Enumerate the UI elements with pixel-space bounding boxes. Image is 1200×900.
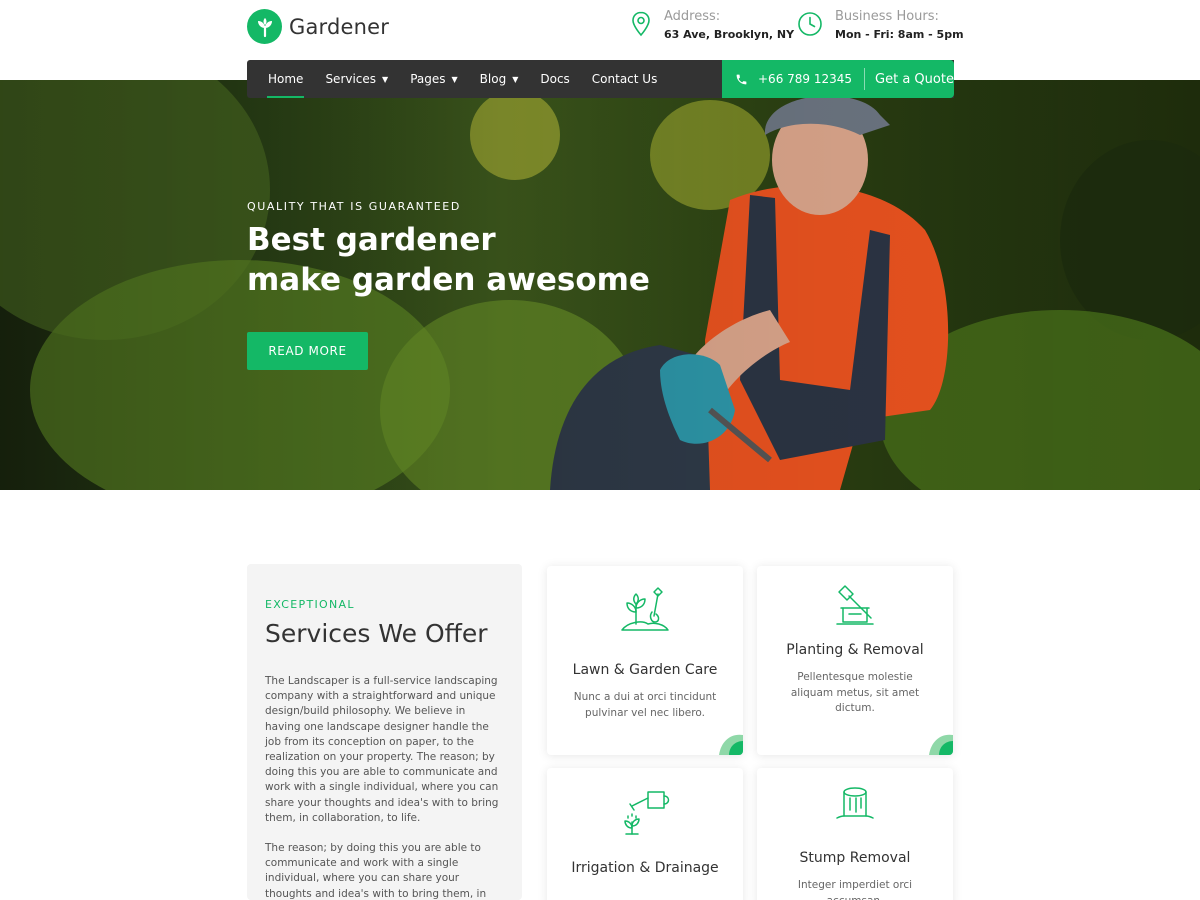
nav-item-label: Contact Us [591, 72, 658, 86]
chevron-down-icon: ▼ [382, 74, 389, 84]
nav-cta: +66 789 12345 Get a Quote [722, 60, 954, 98]
nav-item-contact[interactable]: Contact Us [581, 60, 669, 98]
service-card-lawn[interactable]: Lawn & Garden Care Nunc a dui at orci ti… [547, 566, 743, 755]
leaf-decor-icon [929, 734, 953, 755]
card-title: Planting & Removal [786, 642, 924, 658]
leaf-decor-icon [719, 734, 743, 755]
nav-item-docs[interactable]: Docs [529, 60, 580, 98]
phone-icon [736, 74, 747, 84]
get-quote-button[interactable]: Get a Quote [865, 72, 954, 87]
service-card-planting[interactable]: Planting & Removal Pellentesque molestie… [757, 566, 953, 755]
card-title: Lawn & Garden Care [572, 662, 718, 678]
clock-icon [798, 12, 822, 36]
nav-item-label: Pages [410, 72, 446, 86]
tree-stump-icon [836, 787, 874, 819]
watering-can-icon [624, 791, 670, 835]
chevron-down-icon: ▼ [512, 74, 519, 84]
nav-item-services[interactable]: Services ▼ [314, 60, 399, 98]
map-pin-icon [632, 11, 650, 37]
phone-link[interactable]: +66 789 12345 [722, 68, 866, 90]
hero-kicker: QUALITY THAT IS GUARANTEED [247, 200, 461, 213]
hours-info: Business Hours: Mon - Fri: 8am - 5pm [797, 9, 964, 43]
hours-value: Mon - Fri: 8am - 5pm [835, 28, 964, 41]
hero-title-line-2: make garden awesome [247, 262, 650, 298]
address-info: Address: 63 Ave, Brooklyn, NY [630, 9, 794, 43]
card-text: Nunc a dui at orci tincidunt pulvinar ve… [573, 691, 717, 719]
chevron-down-icon: ▼ [451, 74, 458, 84]
card-title: Stump Removal [799, 850, 911, 866]
card-title: Irrigation & Drainage [571, 860, 719, 876]
leaf-logo-icon [247, 9, 282, 44]
card-text: Pellentesque molestie aliquam metus, sit… [790, 671, 920, 714]
address-value: 63 Ave, Brooklyn, NY [664, 28, 795, 41]
services-paragraph-2: The reason; by doing this you are able t… [265, 842, 487, 900]
hours-label: Business Hours: [835, 9, 939, 24]
phone-number: +66 789 12345 [758, 72, 853, 86]
nav-item-label: Home [268, 72, 304, 86]
main-nav: Home Services ▼ Pages ▼ Blog ▼ Docs Cont… [247, 60, 954, 98]
service-card-irrigation[interactable]: Irrigation & Drainage [547, 768, 743, 900]
brand-name: Gardener [289, 14, 390, 39]
address-label: Address: [664, 9, 721, 24]
shovel-plant-icon [621, 587, 669, 631]
nav-item-home[interactable]: Home [257, 60, 314, 98]
read-more-button[interactable]: READ MORE [247, 332, 368, 370]
services-intro-panel: EXCEPTIONAL Services We Offer The Landsc… [247, 564, 522, 900]
nav-item-blog[interactable]: Blog ▼ [469, 60, 530, 98]
site-logo[interactable]: Gardener [247, 9, 389, 44]
services-title: Services We Offer [265, 619, 488, 648]
hero-banner: QUALITY THAT IS GUARANTEED Best gardener… [0, 80, 1200, 490]
services-paragraph-1: The Landscaper is a full-service landsca… [265, 675, 499, 824]
hero-title-line-1: Best gardener [247, 222, 496, 258]
card-text: Integer imperdiet orci accumsan. [797, 879, 913, 900]
nav-item-label: Docs [540, 72, 570, 86]
nav-item-pages[interactable]: Pages ▼ [399, 60, 468, 98]
axe-stump-icon [836, 585, 874, 625]
service-card-stump[interactable]: Stump Removal Integer imperdiet orci acc… [757, 768, 953, 900]
services-kicker: EXCEPTIONAL [265, 598, 355, 611]
nav-item-label: Blog [479, 72, 507, 86]
nav-item-label: Services [325, 72, 377, 86]
hero-title: Best gardener make garden awesome [247, 220, 650, 300]
